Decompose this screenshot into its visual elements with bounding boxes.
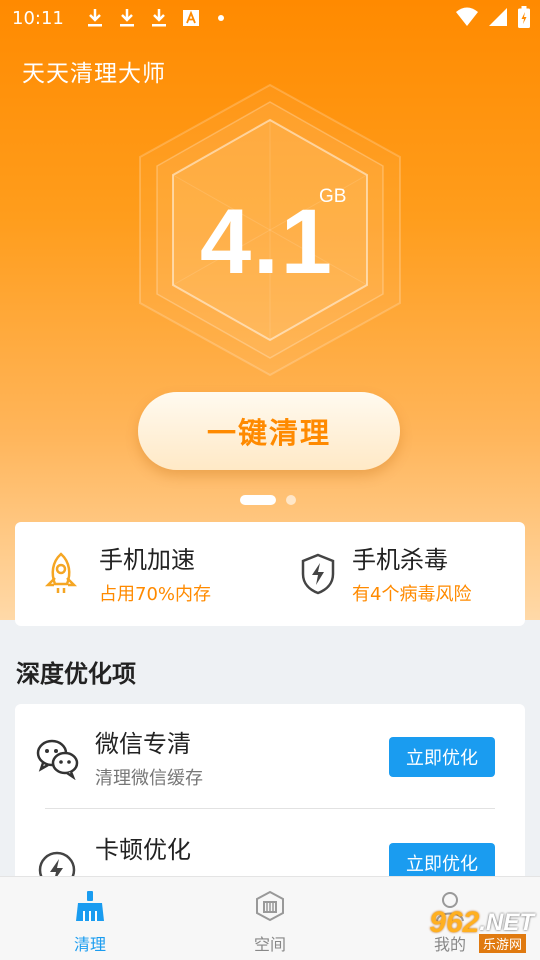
- watermark-logo: 962: [429, 906, 480, 939]
- quick-item-title: 手机杀毒: [352, 546, 448, 574]
- divider: [45, 808, 495, 809]
- tab-label: 清理: [73, 935, 106, 954]
- phone-antivirus-item[interactable]: 手机杀毒 有4个病毒风险: [270, 522, 525, 626]
- site-watermark: 962 .NET 乐游网: [429, 906, 534, 953]
- watermark-suffix: .NET: [479, 909, 534, 936]
- status-right: [456, 6, 530, 28]
- deep-optimize-card: 微信专清 清理微信缓存 立即优化 卡顿优化 立即优化: [15, 704, 525, 904]
- wechat-icon: [36, 739, 79, 780]
- quick-item-title: 手机加速: [99, 546, 195, 574]
- notification-dot-icon: [217, 15, 224, 21]
- quick-item-subtitle: 有4个病毒风险: [352, 584, 472, 605]
- status-bar: 10:11: [0, 0, 540, 36]
- page-indicator: [240, 495, 296, 505]
- wechat-clean-row: 微信专清 清理微信缓存 立即优化: [15, 704, 525, 808]
- optimize-now-button[interactable]: 立即优化: [389, 737, 495, 777]
- download-icon: [151, 9, 166, 27]
- signal-icon: [489, 8, 507, 26]
- quick-item-subtitle: 占用70%内存: [99, 584, 212, 605]
- broom-icon: [76, 891, 104, 921]
- phone-speedup-item[interactable]: 手机加速 占用70%内存: [15, 522, 270, 626]
- storage-unit: GB: [319, 186, 347, 207]
- keyboard-notification-icon: [182, 10, 199, 26]
- opt-item-subtitle: 清理微信缓存: [95, 768, 203, 789]
- page-dot: [286, 495, 296, 505]
- rocket-icon: [44, 552, 78, 593]
- storage-icon: [256, 890, 284, 922]
- quick-actions-card: 手机加速 占用70%内存 手机杀毒 有4个病毒风险: [15, 522, 525, 626]
- storage-value: 4.1: [200, 191, 334, 293]
- watermark-sub: 乐游网: [478, 934, 526, 953]
- battery-icon: [518, 6, 530, 28]
- tab-label: 空间: [253, 935, 286, 954]
- download-icon: [119, 9, 134, 27]
- one-click-clean-button[interactable]: 一键清理: [138, 392, 400, 470]
- tab-space[interactable]: 空间: [180, 877, 360, 960]
- opt-item-title: 微信专清: [95, 730, 191, 758]
- status-time: 10:11: [12, 7, 64, 29]
- download-icon: [87, 9, 102, 27]
- opt-item-title: 卡顿优化: [95, 836, 191, 864]
- tab-clean[interactable]: 清理: [0, 877, 180, 960]
- section-title: 深度优化项: [16, 660, 136, 688]
- page-dot-active: [240, 495, 276, 505]
- wifi-icon: [456, 7, 478, 26]
- shield-icon: [301, 553, 335, 595]
